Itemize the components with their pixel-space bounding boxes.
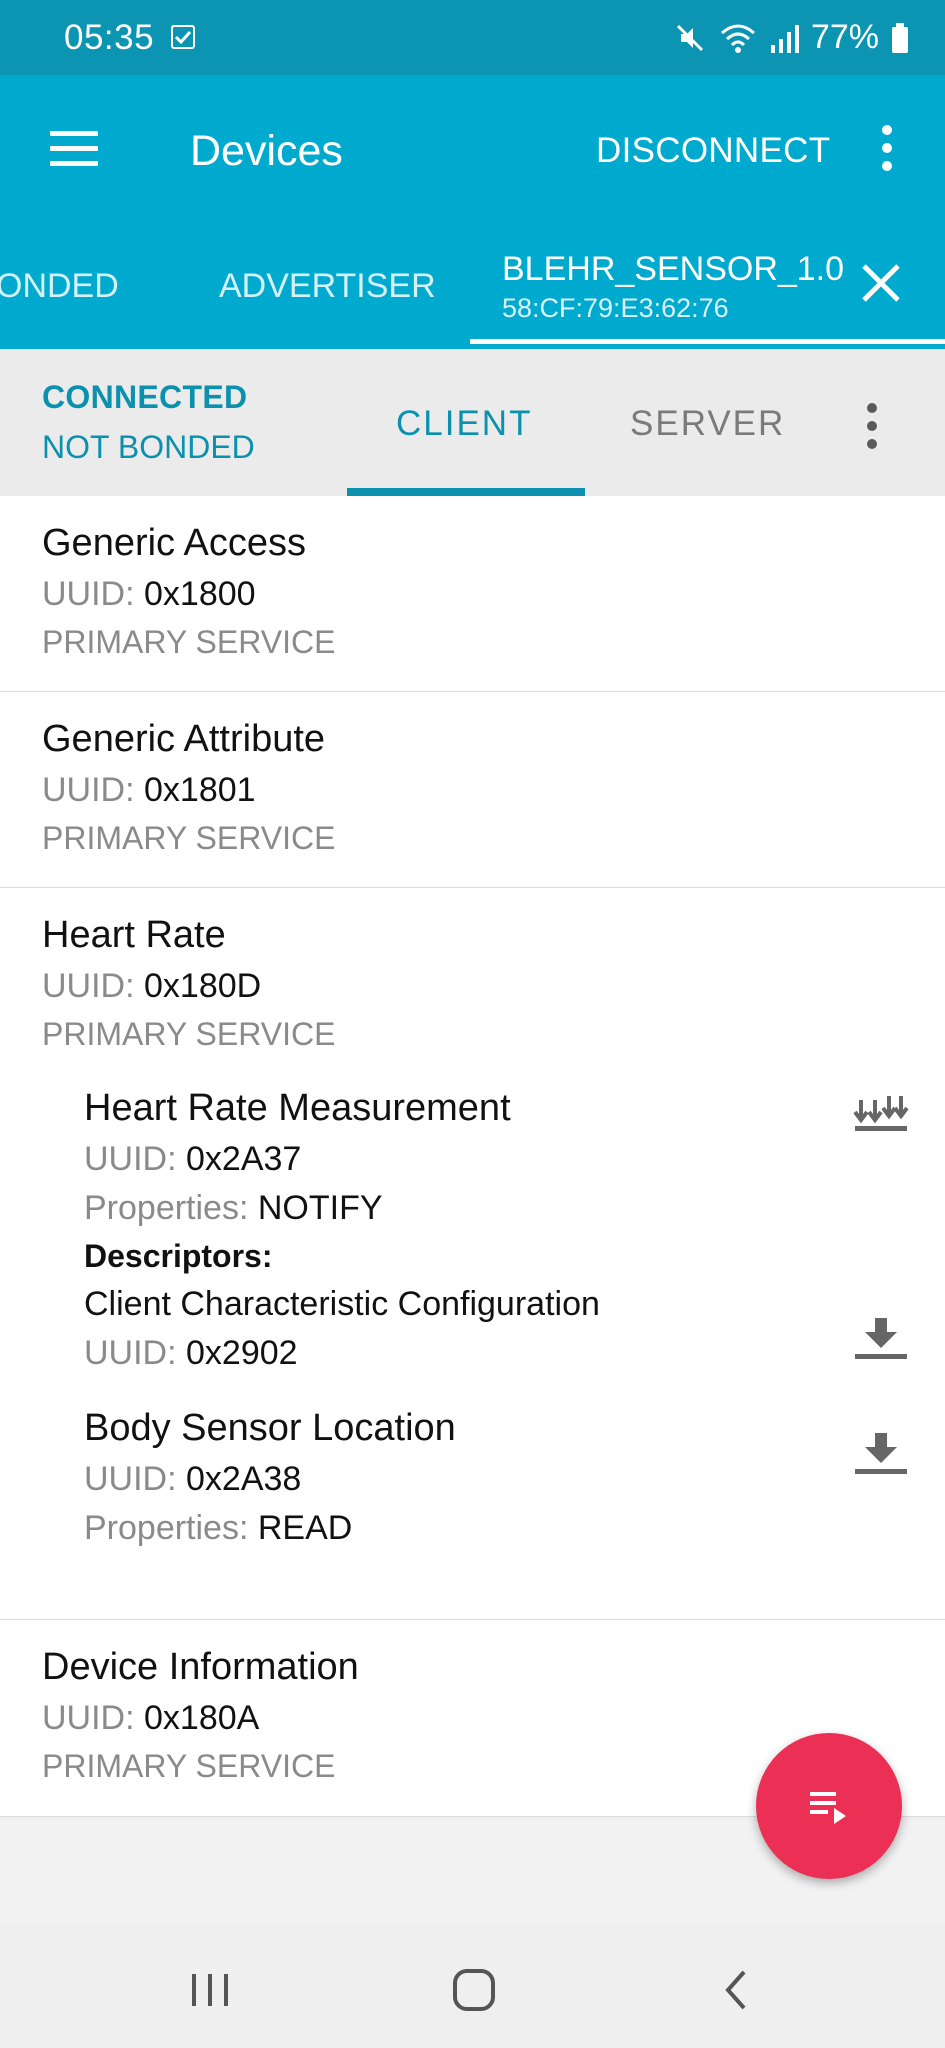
signal-icon: [770, 24, 799, 53]
uuid-label: UUID:: [84, 1140, 177, 1178]
mute-icon: [676, 24, 703, 51]
service-name: Generic Attribute: [42, 718, 326, 760]
service-uuid: 0x180A: [144, 1699, 260, 1737]
tab-indicator: [470, 339, 945, 344]
status-icons: 77%: [673, 18, 909, 57]
service-name: Device Information: [42, 1646, 359, 1688]
services-list: Generic Access UUID: 0x1800 PRIMARY SERV…: [0, 496, 945, 1817]
characteristic-item[interactable]: Heart Rate Measurement UUID: 0x2A37 Prop…: [42, 1087, 903, 1373]
service-uuid: 0x1800: [144, 575, 256, 613]
characteristic-properties: NOTIFY: [257, 1189, 383, 1227]
status-time: 05:35: [64, 18, 155, 57]
home-icon[interactable]: [444, 1960, 504, 2020]
service-item[interactable]: Heart Rate UUID: 0x180D PRIMARY SERVICE …: [0, 888, 945, 1620]
battery-percent: 77%: [810, 18, 879, 56]
service-type: PRIMARY SERVICE: [42, 624, 336, 660]
characteristic-item[interactable]: Body Sensor Location UUID: 0x2A38 Proper…: [42, 1407, 903, 1548]
wifi-icon: [720, 24, 755, 53]
tab-advertiser[interactable]: ADVERTISER: [219, 267, 436, 306]
tab-bonded[interactable]: ONDED: [0, 267, 119, 306]
descriptors-title: Descriptors:: [84, 1238, 273, 1274]
service-type: PRIMARY SERVICE: [42, 820, 336, 856]
properties-label: Properties:: [84, 1189, 249, 1227]
uuid-label: UUID:: [84, 1334, 177, 1372]
bond-status: NOT BONDED: [42, 429, 255, 465]
service-name: Heart Rate: [42, 914, 226, 956]
notify-icon[interactable]: [853, 1094, 909, 1144]
uuid-label: UUID:: [42, 771, 135, 809]
service-item[interactable]: Generic Attribute UUID: 0x1801 PRIMARY S…: [0, 692, 945, 888]
device-name: BLEHR_SENSOR_1.0: [502, 250, 845, 288]
uuid-label: UUID:: [42, 575, 135, 613]
characteristic-uuid: 0x2A37: [186, 1140, 302, 1178]
descriptor-name: Client Characteristic Configuration: [84, 1285, 600, 1323]
uuid-label: UUID:: [42, 967, 135, 1005]
tab-client[interactable]: CLIENT: [396, 404, 532, 444]
system-nav-bar: [0, 1922, 945, 2048]
service-name: Generic Access: [42, 522, 306, 564]
characteristic-name: Body Sensor Location: [84, 1407, 456, 1449]
app-title: Devices: [190, 127, 343, 175]
connection-bar: CONNECTED NOT BONDED CLIENT SERVER: [0, 349, 945, 496]
tab-device[interactable]: BLEHR_SENSOR_1.0 58:CF:79:E3:62:76: [502, 250, 844, 324]
device-mac: 58:CF:79:E3:62:76: [502, 293, 729, 323]
service-item[interactable]: Generic Access UUID: 0x1800 PRIMARY SERV…: [0, 496, 945, 692]
menu-button[interactable]: [44, 125, 104, 173]
connection-status: CONNECTED: [42, 379, 248, 415]
uuid-label: UUID:: [84, 1460, 177, 1498]
recent-apps-icon[interactable]: [180, 1960, 240, 2020]
characteristic-uuid: 0x2A38: [186, 1460, 302, 1498]
properties-label: Properties:: [84, 1509, 249, 1547]
back-icon[interactable]: [708, 1960, 768, 2020]
service-uuid: 0x1801: [144, 771, 256, 809]
disconnect-button[interactable]: DISCONNECT: [596, 131, 830, 171]
close-icon[interactable]: [860, 262, 902, 304]
service-uuid: 0x180D: [144, 967, 262, 1005]
log-playlist-icon[interactable]: [756, 1733, 902, 1879]
service-type: PRIMARY SERVICE: [42, 1016, 336, 1052]
tab-server[interactable]: SERVER: [630, 404, 785, 444]
uuid-label: UUID:: [42, 1699, 135, 1737]
status-bar: 05:35 77%: [0, 0, 945, 75]
client-overflow-icon[interactable]: [857, 401, 887, 451]
overflow-menu-icon[interactable]: [872, 123, 902, 173]
checkbox-notification-icon: [171, 25, 195, 49]
client-tab-indicator: [347, 488, 585, 496]
read-characteristic-icon[interactable]: [853, 1431, 909, 1481]
characteristic-name: Heart Rate Measurement: [84, 1087, 511, 1129]
characteristic-properties: READ: [257, 1509, 353, 1547]
descriptor-uuid: 0x2902: [186, 1334, 298, 1372]
read-descriptor-icon[interactable]: [853, 1316, 909, 1366]
battery-icon: [892, 22, 908, 53]
